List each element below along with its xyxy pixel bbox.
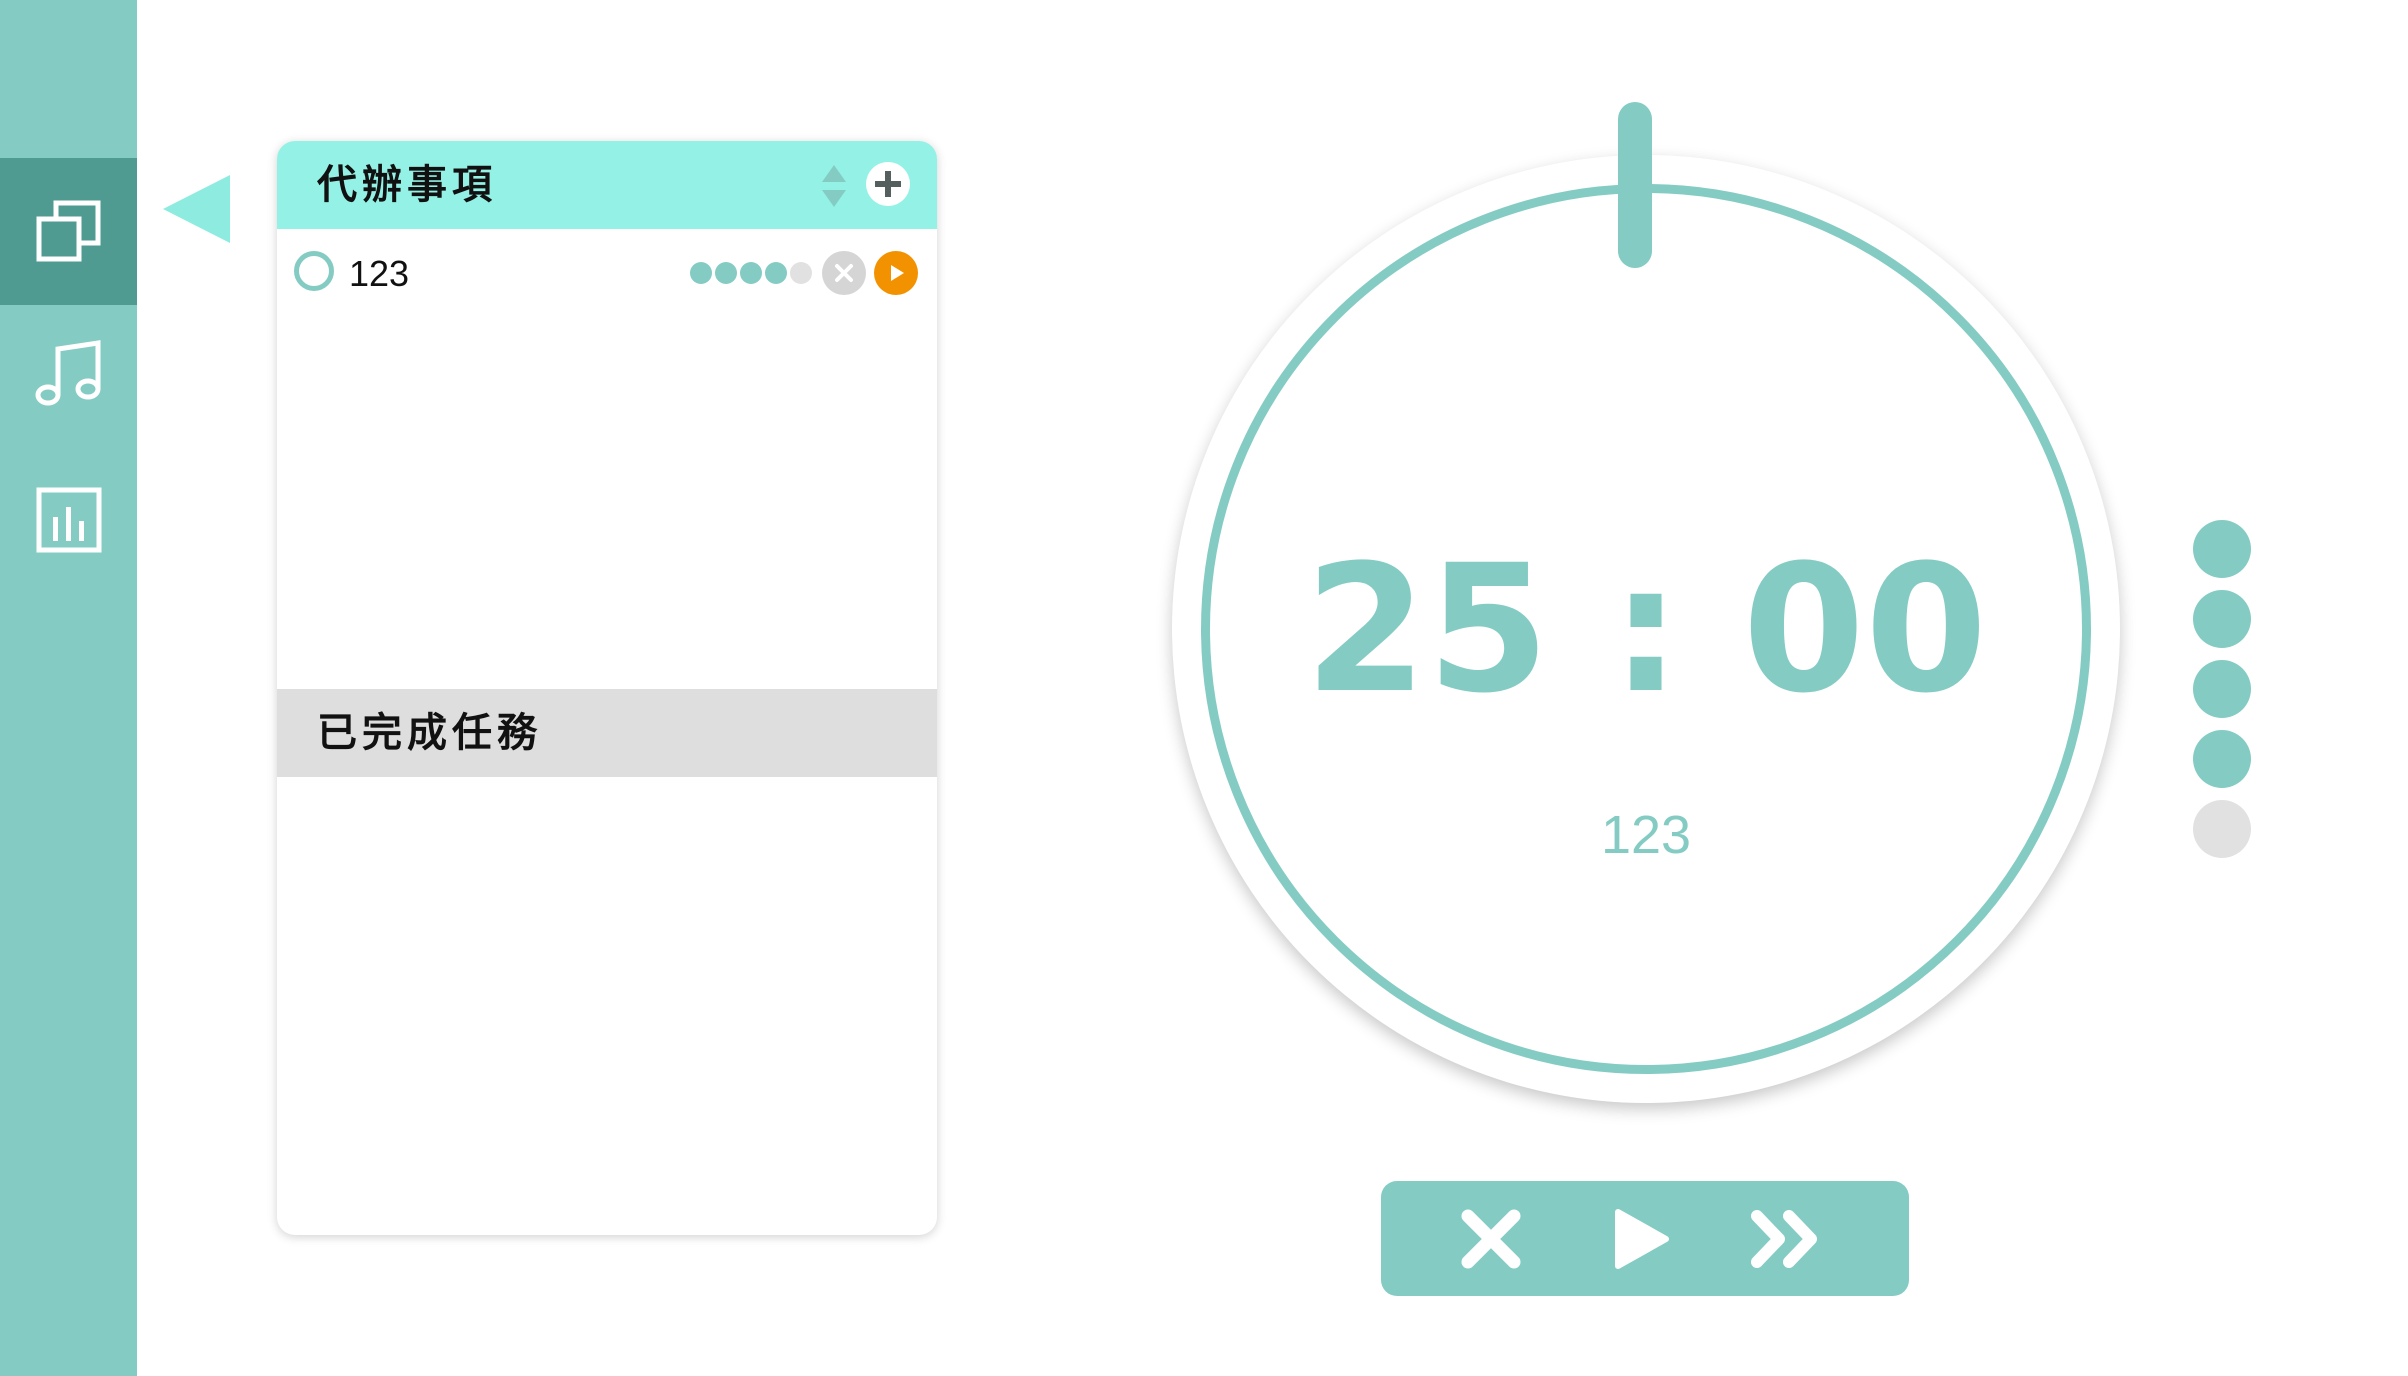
session-dot (2193, 590, 2251, 648)
sort-arrows-icon[interactable] (820, 163, 848, 209)
delete-task-button[interactable] (822, 251, 866, 295)
task-pomodoro-dots (690, 262, 812, 284)
close-x-icon (1461, 1209, 1521, 1269)
current-task-label: 123 (1600, 805, 1692, 865)
sidebar (0, 0, 137, 1376)
skip-forward-icon (1751, 1210, 1817, 1268)
timer-controls (1381, 1181, 1909, 1296)
plus-circle-icon (866, 162, 910, 206)
close-icon (835, 264, 853, 282)
play-button[interactable] (1600, 1200, 1678, 1278)
cancel-button[interactable] (1452, 1200, 1530, 1278)
session-dot-empty (2193, 800, 2251, 858)
bar-chart-icon (36, 487, 101, 552)
timer-drag-handle[interactable] (1618, 102, 1652, 268)
play-icon (1615, 1209, 1669, 1269)
session-dot (2193, 660, 2251, 718)
sidebar-item-stats[interactable] (0, 446, 137, 593)
pomodoro-dot (740, 262, 762, 284)
todo-header: 代辦事項 (277, 141, 937, 229)
add-task-button[interactable] (865, 161, 911, 207)
play-icon (891, 265, 904, 281)
session-dot (2193, 730, 2251, 788)
timer-display: 25 : 00 (1304, 527, 1988, 732)
panel-pointer (163, 175, 230, 243)
copy-squares-icon (36, 200, 100, 261)
sidebar-item-music[interactable] (0, 300, 137, 447)
task-name: 123 (349, 253, 410, 294)
sidebar-item-tasks[interactable] (0, 158, 137, 305)
skip-button[interactable] (1748, 1200, 1826, 1278)
pomodoro-dot (765, 262, 787, 284)
session-dot (2193, 520, 2251, 578)
pomodoro-dot (715, 262, 737, 284)
done-title: 已完成任務 (317, 710, 542, 756)
pomodoro-dot (690, 262, 712, 284)
pomodoro-dot-empty (790, 262, 812, 284)
task-panel: 代辦事項 123 已完成任務 (277, 141, 937, 1235)
todo-title: 代辦事項 (317, 162, 497, 208)
task-complete-checkbox[interactable] (294, 251, 334, 291)
task-row[interactable]: 123 (277, 237, 937, 309)
music-note-icon (35, 339, 100, 405)
session-progress-dots (2193, 520, 2251, 858)
start-task-button[interactable] (874, 251, 918, 295)
done-header: 已完成任務 (277, 689, 937, 777)
